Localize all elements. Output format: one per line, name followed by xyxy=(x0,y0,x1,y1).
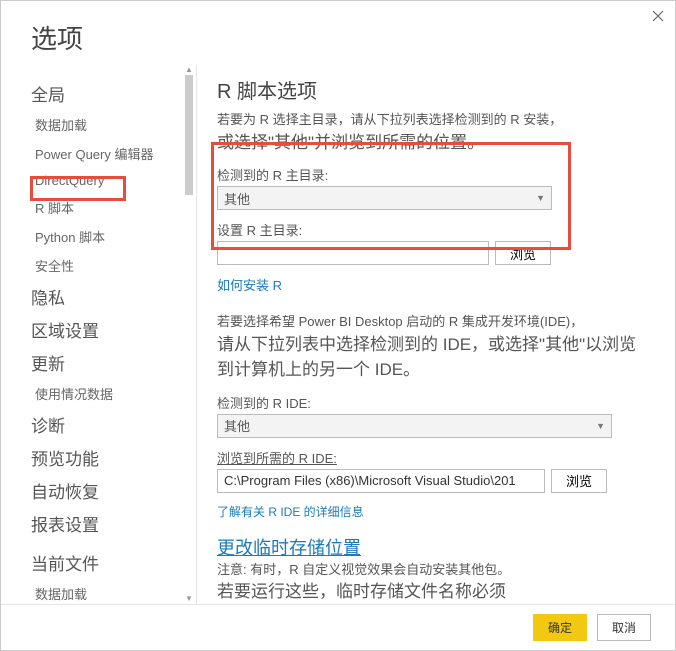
sidebar-item-regional[interactable]: 区域设置 xyxy=(31,313,196,346)
sidebar-item-security[interactable]: 安全性 xyxy=(31,251,196,280)
sidebar: ▲ 全局 数据加载 Power Query 编辑器 DirectQuery R … xyxy=(1,65,196,604)
ide-intro-1: 若要选择希望 Power BI Desktop 启动的 R 集成开发环境(IDE… xyxy=(217,312,647,332)
scrollbar-thumb[interactable] xyxy=(185,75,193,195)
ide-intro-2: 请从下拉列表中选择检测到的 IDE，或选择"其他"以浏览到计算机上的另一个 ID… xyxy=(217,332,647,383)
detected-home-value: 其他 xyxy=(224,189,250,208)
sidebar-item-report[interactable]: 报表设置 xyxy=(31,507,196,540)
set-home-input[interactable] xyxy=(217,241,489,265)
sidebar-item-directquery[interactable]: DirectQuery xyxy=(31,168,196,193)
intro-text-1: 若要为 R 选择主目录，请从下拉列表选择检测到的 R 安装， xyxy=(217,110,647,130)
chevron-down-icon: ▼ xyxy=(596,421,605,431)
dialog-footer: 确定 取消 xyxy=(1,604,675,650)
scroll-up-icon[interactable]: ▲ xyxy=(185,65,193,75)
close-icon[interactable] xyxy=(648,6,668,26)
ide-more-link[interactable]: 了解有关 R IDE 的详细信息 xyxy=(217,503,364,520)
content-heading: R 脚本选项 xyxy=(217,75,647,104)
browse-home-button[interactable]: 浏览 xyxy=(495,241,551,265)
intro-text-2: 或选择"其他"并浏览到所需的位置。 xyxy=(217,130,647,156)
sidebar-item-privacy[interactable]: 隐私 xyxy=(31,280,196,313)
detected-ide-label: 检测到的 R IDE: xyxy=(217,393,647,412)
sidebar-item-pq-editor[interactable]: Power Query 编辑器 xyxy=(31,139,196,168)
browse-ide-button[interactable]: 浏览 xyxy=(551,469,607,493)
sidebar-item-python-script[interactable]: Python 脚本 xyxy=(31,222,196,251)
sidebar-item-data-load[interactable]: 数据加载 xyxy=(31,110,196,139)
sidebar-item-usage[interactable]: 使用情况数据 xyxy=(31,379,196,408)
detected-home-select[interactable]: 其他 ▼ xyxy=(217,186,552,210)
sidebar-item-autorecover[interactable]: 自动恢复 xyxy=(31,474,196,507)
ok-button[interactable]: 确定 xyxy=(533,614,587,641)
cancel-button[interactable]: 取消 xyxy=(597,614,651,641)
temp-note-2: 若要运行这些，临时存储文件名称必须 xyxy=(217,579,647,604)
chevron-down-icon: ▼ xyxy=(536,193,545,203)
sidebar-section-current: 当前文件 xyxy=(31,550,196,575)
dialog-title: 选项 xyxy=(1,1,675,64)
temp-note: 注意: 有时，R 自定义视觉效果会自动安装其他包。 xyxy=(217,560,647,580)
detected-ide-select[interactable]: 其他 ▼ xyxy=(217,414,612,438)
browse-ide-input[interactable] xyxy=(217,469,545,493)
scroll-down-icon[interactable]: ▼ xyxy=(185,594,193,604)
content-pane: R 脚本选项 若要为 R 选择主目录，请从下拉列表选择检测到的 R 安装， 或选… xyxy=(196,65,675,604)
how-install-link[interactable]: 如何安装 R xyxy=(217,275,282,294)
sidebar-item-updates[interactable]: 更新 xyxy=(31,346,196,379)
set-home-label: 设置 R 主目录: xyxy=(217,220,647,239)
sidebar-item-diagnostics[interactable]: 诊断 xyxy=(31,408,196,441)
sidebar-item-preview[interactable]: 预览功能 xyxy=(31,441,196,474)
temp-storage-heading[interactable]: 更改临时存储位置 xyxy=(217,534,361,560)
detected-home-label: 检测到的 R 主目录: xyxy=(217,165,647,184)
detected-ide-value: 其他 xyxy=(224,416,250,435)
browse-ide-label: 浏览到所需的 R IDE: xyxy=(217,448,647,467)
sidebar-item-data-load2[interactable]: 数据加载 xyxy=(31,579,196,604)
sidebar-item-r-script[interactable]: R 脚本 xyxy=(31,193,196,222)
sidebar-section-global: 全局 xyxy=(31,81,196,106)
